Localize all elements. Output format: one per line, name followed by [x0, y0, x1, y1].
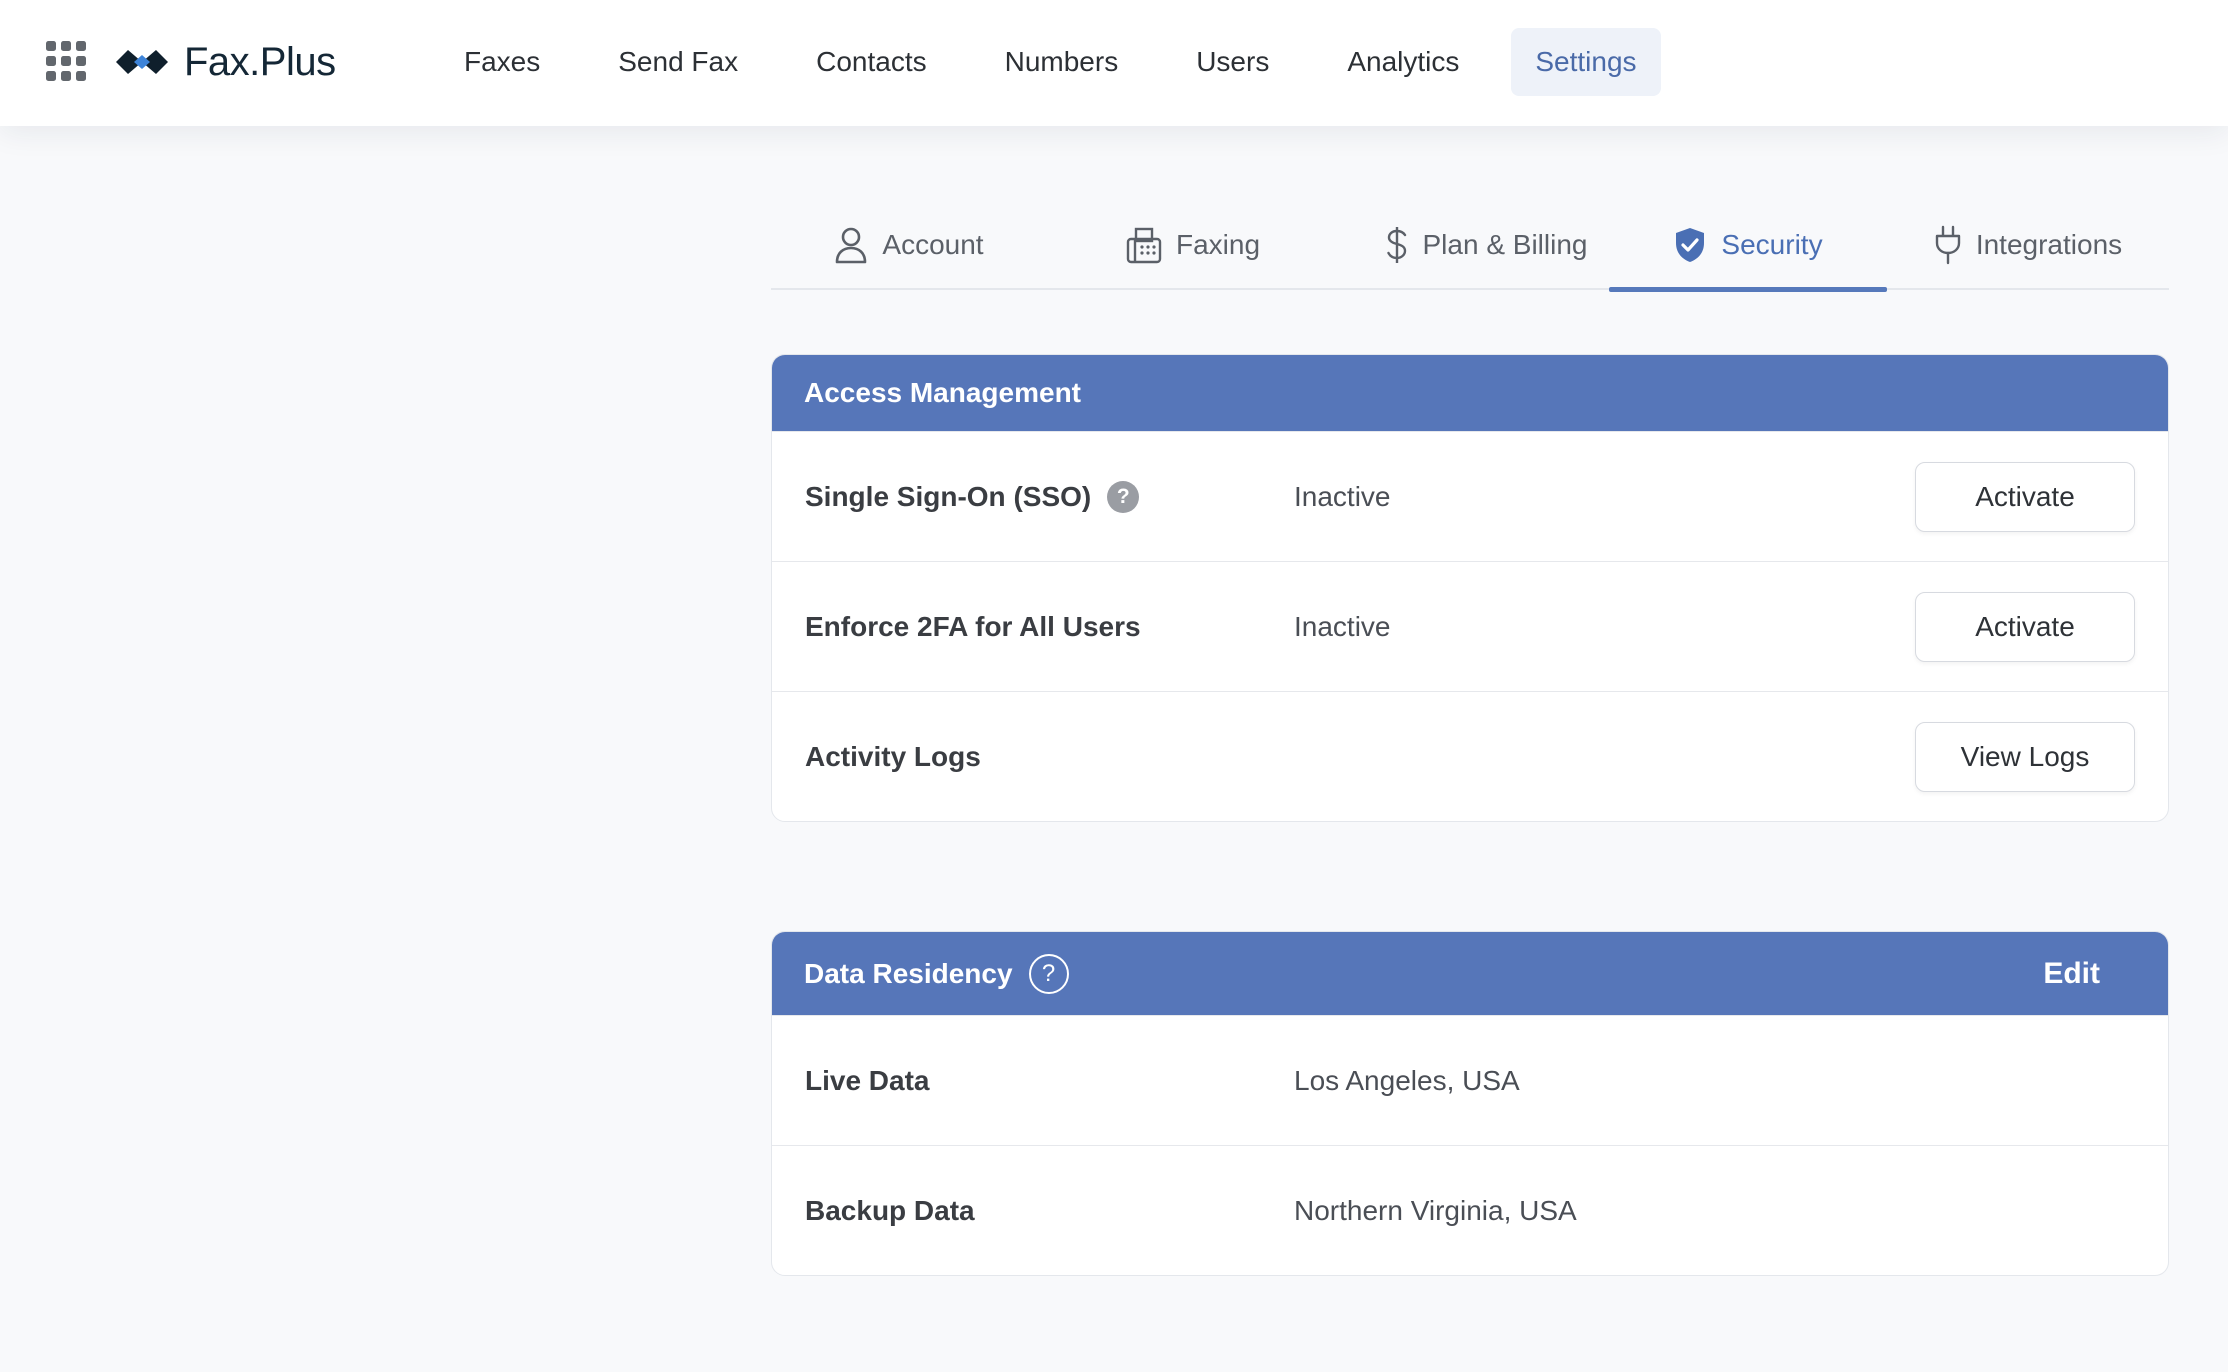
nav-item-analytics[interactable]: Analytics [1323, 28, 1483, 96]
settings-tabs: Account Faxing Plan & Billing Security I… [771, 200, 2169, 292]
nav-item-numbers[interactable]: Numbers [981, 28, 1143, 96]
backup-data-label: Backup Data [805, 1194, 975, 1226]
data-residency-title: Data Residency [804, 957, 1013, 989]
sso-row: Single Sign-On (SSO) ? Inactive Activate [772, 431, 2168, 561]
tab-integrations[interactable]: Integrations [1887, 200, 2169, 290]
sso-label: Single Sign-On (SSO) [805, 480, 1092, 512]
tab-account[interactable]: Account [771, 200, 1047, 290]
enforce-2fa-row: Enforce 2FA for All Users Inactive Activ… [772, 561, 2168, 691]
nav-item-send-fax[interactable]: Send Fax [594, 28, 762, 96]
question-circle-icon[interactable]: ? [1028, 953, 1069, 994]
tab-faxing-label: Faxing [1175, 229, 1261, 260]
nav-item-users[interactable]: Users [1172, 28, 1293, 96]
activate-2fa-button[interactable]: Activate [1915, 591, 2135, 662]
access-management-header: Access Management [772, 355, 2168, 431]
backup-data-row: Backup Data Northern Virginia, USA [772, 1145, 2168, 1275]
tab-plan-billing[interactable]: Plan & Billing [1339, 200, 1633, 290]
activity-logs-row: Activity Logs View Logs [772, 691, 2168, 821]
edit-data-residency-button[interactable]: Edit [2043, 957, 2100, 991]
enforce-2fa-status: Inactive [1294, 610, 1391, 642]
tab-integrations-label: Integrations [1975, 229, 2123, 260]
live-data-label: Live Data [805, 1064, 930, 1096]
access-management-title: Access Management [804, 377, 1082, 408]
access-management-card: Access Management Single Sign-On (SSO) ?… [771, 354, 2169, 822]
data-residency-header: Data Residency ? Edit [772, 932, 2168, 1015]
nav-item-faxes[interactable]: Faxes [440, 28, 564, 96]
sso-status: Inactive [1294, 480, 1391, 512]
main-nav: Faxes Send Fax Contacts Numbers Users An… [440, 28, 1691, 96]
tab-plan-billing-label: Plan & Billing [1422, 229, 1588, 260]
fax-icon [1126, 227, 1162, 264]
grid-icon[interactable] [46, 41, 86, 81]
logo-mark-icon [116, 50, 168, 74]
backup-data-location: Northern Virginia, USA [1294, 1194, 1577, 1226]
top-navigation-bar: Fax.Plus Faxes Send Fax Contacts Numbers… [0, 0, 2228, 126]
question-icon[interactable]: ? [1107, 480, 1140, 513]
nav-item-settings[interactable]: Settings [1511, 28, 1661, 96]
app-logo[interactable]: Fax.Plus [112, 36, 336, 88]
view-logs-button[interactable]: View Logs [1915, 721, 2135, 792]
sso-label-group: Single Sign-On (SSO) ? [805, 480, 1140, 513]
tab-faxing[interactable]: Faxing [1047, 200, 1339, 290]
data-residency-card: Data Residency ? Edit Live Data Los Ange… [771, 931, 2169, 1276]
user-icon [836, 227, 867, 264]
tab-security[interactable]: Security [1609, 200, 1887, 292]
activity-logs-label: Activity Logs [805, 740, 981, 772]
dollar-icon [1386, 227, 1406, 263]
nav-item-contacts[interactable]: Contacts [792, 28, 951, 96]
activate-sso-button[interactable]: Activate [1915, 461, 2135, 532]
plug-icon [1935, 225, 1961, 265]
live-data-row: Live Data Los Angeles, USA [772, 1015, 2168, 1145]
shield-check-icon [1676, 228, 1705, 262]
logo-text: Fax.Plus [184, 39, 336, 84]
tab-security-label: Security [1721, 229, 1823, 260]
live-data-location: Los Angeles, USA [1294, 1064, 1520, 1096]
enforce-2fa-label: Enforce 2FA for All Users [805, 610, 1141, 642]
tab-account-label: Account [882, 229, 984, 260]
